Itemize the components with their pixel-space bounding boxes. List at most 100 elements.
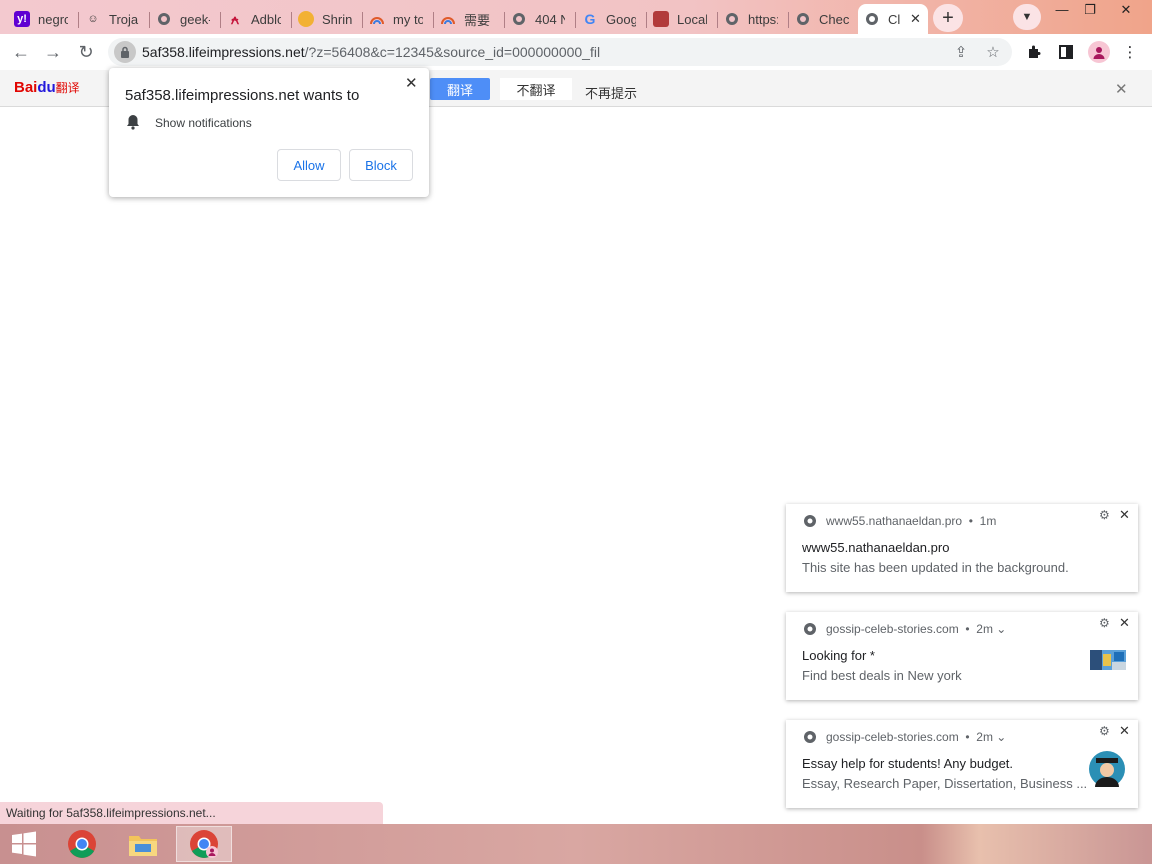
- url-path: /?z=56408&c=12345&source_id=000000000_fi…: [304, 44, 601, 60]
- tab-7[interactable]: 404 N: [505, 4, 576, 34]
- url-text[interactable]: 5af358.lifeimpressions.net/?z=56408&c=12…: [142, 44, 600, 60]
- google-icon: G: [584, 11, 596, 27]
- notification-card[interactable]: www55.nathanaeldan.pro • 1m ⚙ ✕ www55.na…: [786, 504, 1138, 592]
- notification-source: www55.nathanaeldan.pro • 1m: [826, 514, 997, 528]
- baidu-logo: Baidu翻译: [14, 79, 80, 96]
- rainbow-icon: [369, 11, 385, 27]
- side-panel-icon[interactable]: [1056, 42, 1076, 62]
- minimize-button[interactable]: —: [1048, 2, 1076, 20]
- arrow-left-icon: ←: [12, 41, 30, 62]
- adblock-icon: ⍲: [230, 10, 240, 27]
- url-host: 5af358.lifeimpressions.net: [142, 44, 305, 60]
- windows-taskbar: [0, 824, 1152, 864]
- windows-start-icon[interactable]: [6, 826, 42, 862]
- logo-du: du: [37, 79, 56, 96]
- notification-source: gossip-celeb-stories.com • 2m ⌄: [826, 730, 1007, 744]
- tab-6[interactable]: 需要: [434, 4, 505, 34]
- tab-title: 需要: [464, 12, 491, 28]
- tab-4[interactable]: Shrinl: [292, 4, 363, 34]
- allow-button[interactable]: Allow: [277, 149, 341, 181]
- bookmark-star-icon[interactable]: ☆: [984, 43, 1002, 61]
- gift-icon: [653, 11, 669, 27]
- tab-5[interactable]: my to: [363, 4, 434, 34]
- tab-0[interactable]: y! negro: [8, 4, 79, 34]
- globe-icon: [156, 11, 172, 27]
- reload-icon: ↻: [78, 41, 94, 62]
- notification-card[interactable]: gossip-celeb-stories.com • 2m ⌄ ⚙ ✕ Essa…: [786, 720, 1138, 808]
- tab-8[interactable]: G Goog: [576, 4, 647, 34]
- tab-2[interactable]: geek-: [150, 4, 221, 34]
- chrome-icon: [803, 730, 817, 744]
- menu-kebab-icon[interactable]: ⋮: [1120, 42, 1140, 62]
- tab-close-icon[interactable]: ✕: [910, 11, 921, 27]
- permission-title: 5af358.lifeimpressions.net wants to: [125, 87, 360, 104]
- no-translate-button[interactable]: 不翻译: [500, 78, 572, 100]
- bee-icon: [298, 11, 314, 27]
- chrome-profile-icon[interactable]: [176, 826, 232, 862]
- tab-active[interactable]: Cl ✕: [858, 4, 928, 34]
- browser-toolbar: ← → ↻ 5af358.lifeimpressions.net/?z=5640…: [0, 34, 1152, 70]
- notification-body: Essay, Research Paper, Dissertation, Bus…: [802, 776, 1088, 791]
- tab-3[interactable]: ⍲ Adblo: [221, 4, 292, 34]
- notification-card[interactable]: gossip-celeb-stories.com • 2m ⌄ ⚙ ✕ Look…: [786, 612, 1138, 700]
- lock-icon[interactable]: [114, 41, 136, 63]
- tab-title: my to: [393, 11, 423, 27]
- permission-close-icon[interactable]: ✕: [405, 74, 418, 92]
- tab-title: Local: [677, 11, 707, 27]
- notification-source: gossip-celeb-stories.com • 2m ⌄: [826, 622, 1007, 636]
- reload-button[interactable]: ↻: [74, 40, 98, 64]
- forward-button[interactable]: →: [41, 40, 65, 64]
- notification-permission-popup: 5af358.lifeimpressions.net wants to ✕ Sh…: [109, 68, 429, 197]
- translate-close-icon[interactable]: ✕: [1115, 80, 1128, 98]
- block-button[interactable]: Block: [349, 149, 413, 181]
- tab-9[interactable]: Local: [647, 4, 718, 34]
- tab-title: Cl: [888, 11, 901, 27]
- new-tab-button[interactable]: +: [933, 4, 963, 32]
- rainbow-icon: [440, 11, 456, 27]
- logo-bai: Bai: [14, 79, 38, 96]
- tab-title: Adblo: [251, 11, 281, 27]
- gear-icon[interactable]: ⚙: [1099, 508, 1110, 522]
- close-icon: ✕: [1120, 2, 1132, 17]
- notification-body: Find best deals in New york: [802, 668, 962, 683]
- notification-close-icon[interactable]: ✕: [1119, 615, 1130, 631]
- tab-1[interactable]: ☺ Trojan: [79, 4, 150, 34]
- globe-icon: [511, 11, 527, 27]
- tab-search-button[interactable]: ▼: [1013, 4, 1041, 30]
- translate-button[interactable]: 翻译: [430, 78, 490, 100]
- notification-close-icon[interactable]: ✕: [1119, 723, 1130, 739]
- address-bar[interactable]: 5af358.lifeimpressions.net/?z=56408&c=12…: [108, 38, 1012, 66]
- never-prompt-link[interactable]: 不再提示: [585, 83, 637, 102]
- tab-strip: y! negro ☺ Trojan geek- ⍲ Adblo Shrinl m…: [0, 0, 1152, 34]
- yahoo-icon: y!: [14, 11, 30, 27]
- smiley-icon: ☺: [87, 13, 99, 25]
- chrome-icon: [803, 622, 817, 636]
- notification-close-icon[interactable]: ✕: [1119, 507, 1130, 523]
- tab-10[interactable]: https:: [718, 4, 789, 34]
- gear-icon[interactable]: ⚙: [1099, 724, 1110, 738]
- close-window-button[interactable]: ✕: [1112, 2, 1140, 20]
- tab-title: geek-: [180, 11, 210, 27]
- notification-title: Essay help for students! Any budget.: [802, 756, 1014, 771]
- tab-11[interactable]: Checl: [789, 4, 860, 34]
- arrow-right-icon: →: [44, 41, 62, 62]
- tab-title: https:: [748, 11, 778, 27]
- tab-title: Shrinl: [322, 11, 352, 27]
- bell-icon: [126, 114, 140, 130]
- plus-icon: +: [942, 6, 954, 29]
- profile-avatar-icon[interactable]: [1088, 41, 1110, 63]
- globe-icon: [795, 11, 811, 27]
- share-icon[interactable]: ⇪: [952, 43, 970, 61]
- chrome-icon[interactable]: [62, 826, 102, 862]
- restore-button[interactable]: ❐: [1076, 2, 1104, 20]
- chrome-icon: [803, 514, 817, 528]
- extensions-puzzle-icon[interactable]: [1024, 42, 1044, 62]
- gear-icon[interactable]: ⚙: [1099, 616, 1110, 630]
- back-button[interactable]: ←: [9, 40, 33, 64]
- globe-icon: [864, 11, 880, 27]
- globe-icon: [724, 11, 740, 27]
- file-explorer-icon[interactable]: [122, 826, 164, 862]
- notification-body: This site has been updated in the backgr…: [802, 560, 1069, 575]
- tab-title: 404 N: [535, 11, 565, 27]
- chevron-down-icon: ▼: [1021, 11, 1033, 23]
